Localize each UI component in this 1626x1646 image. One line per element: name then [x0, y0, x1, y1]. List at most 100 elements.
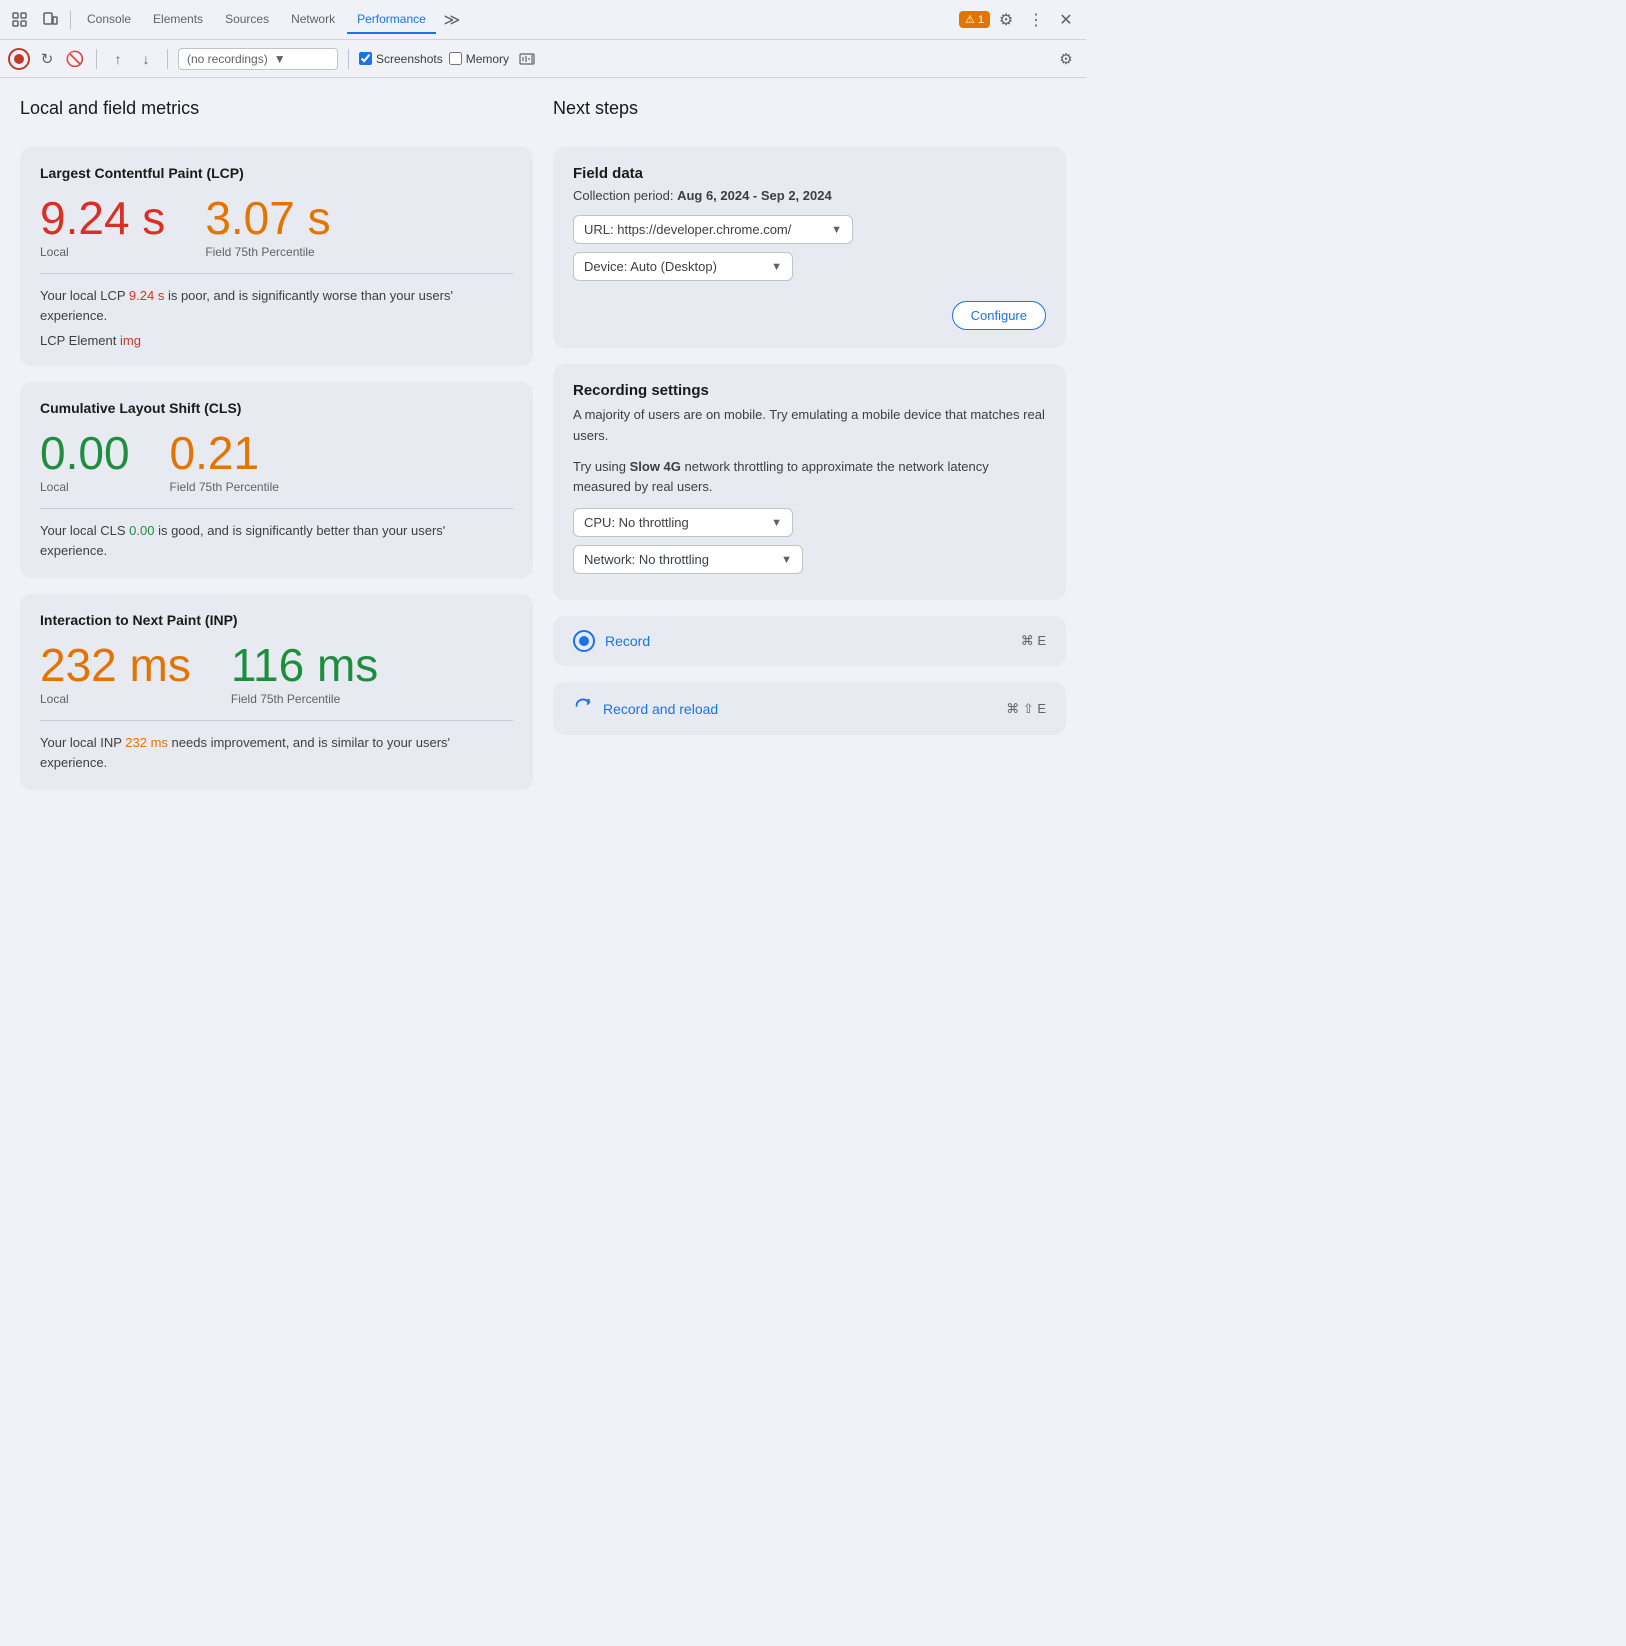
lcp-divider: [40, 273, 513, 274]
device-toggle-icon[interactable]: [36, 6, 64, 34]
more-tabs-icon[interactable]: ≫: [438, 6, 466, 34]
left-section-title: Local and field metrics: [20, 98, 533, 119]
toolbar-separator-3: [167, 49, 168, 69]
recording-settings-title: Recording settings: [573, 382, 1046, 399]
memory-checkbox[interactable]: [449, 52, 462, 65]
device-select[interactable]: Device: Auto (Desktop) ▼: [573, 252, 793, 281]
record-reload-icon: [573, 696, 593, 721]
cls-divider: [40, 508, 513, 509]
cpu-dropdown-arrow: ▼: [771, 517, 782, 529]
lcp-field-group: 3.07 s Field 75th Percentile: [205, 195, 330, 259]
devtools-picker-icon[interactable]: [6, 6, 34, 34]
inp-local-label: Local: [40, 692, 191, 706]
lcp-element-label: LCP Element: [40, 333, 116, 348]
memory-label: Memory: [466, 52, 509, 66]
cls-desc-highlight: 0.00: [129, 523, 154, 538]
inp-field-value: 116 ms: [231, 642, 378, 688]
lcp-local-group: 9.24 s Local: [40, 195, 165, 259]
record-action-card[interactable]: Record ⌘ E: [553, 616, 1066, 666]
more-options-icon[interactable]: ⋮: [1022, 6, 1050, 34]
download-button[interactable]: ↓: [135, 48, 157, 70]
record-reload-action-card[interactable]: Record and reload ⌘ ⇧ E: [553, 682, 1066, 735]
inp-local-group: 232 ms Local: [40, 642, 191, 706]
recording-placeholder: (no recordings): [187, 52, 268, 66]
screenshots-toggle[interactable]: Screenshots: [359, 52, 443, 66]
tab-console[interactable]: Console: [77, 6, 141, 34]
record-action-icon: [573, 630, 595, 652]
lcp-element-value[interactable]: img: [120, 333, 141, 348]
lcp-description: Your local LCP 9.24 s is poor, and is si…: [40, 286, 513, 325]
record-reload-shortcut: ⌘ ⇧ E: [1006, 701, 1046, 717]
tab-network[interactable]: Network: [281, 6, 345, 34]
desc2-prefix: Try using: [573, 459, 630, 474]
configure-button[interactable]: Configure: [952, 301, 1046, 330]
record-button[interactable]: [8, 48, 30, 70]
reload-button[interactable]: ↻: [36, 48, 58, 70]
subtitle-dates: Aug 6, 2024 - Sep 2, 2024: [677, 188, 832, 203]
cls-metric-values: 0.00 Local 0.21 Field 75th Percentile: [40, 430, 513, 494]
device-select-row: Device: Auto (Desktop) ▼: [573, 252, 1046, 281]
lcp-element-row: LCP Element img: [40, 333, 513, 348]
performance-toolbar: ↻ 🚫 ↑ ↓ (no recordings) ▼ Screenshots Me…: [0, 40, 1086, 78]
inp-metric-values: 232 ms Local 116 ms Field 75th Percentil…: [40, 642, 513, 706]
inp-card: Interaction to Next Paint (INP) 232 ms L…: [20, 594, 533, 790]
record-action-shortcut: ⌘ E: [1021, 633, 1046, 649]
field-data-card: Field data Collection period: Aug 6, 202…: [553, 147, 1066, 348]
inp-description: Your local INP 232 ms needs improvement,…: [40, 733, 513, 772]
inp-field-label: Field 75th Percentile: [231, 692, 378, 706]
close-icon[interactable]: ✕: [1052, 6, 1080, 34]
cpu-select[interactable]: CPU: No throttling ▼: [573, 508, 793, 537]
tab-performance[interactable]: Performance: [347, 6, 436, 34]
lcp-metric-values: 9.24 s Local 3.07 s Field 75th Percentil…: [40, 195, 513, 259]
alert-count: 1: [978, 14, 984, 26]
subtitle-prefix: Collection period:: [573, 188, 677, 203]
recording-desc-2: Try using Slow 4G network throttling to …: [573, 457, 1046, 499]
lcp-field-value: 3.07 s: [205, 195, 330, 241]
cpu-select-row: CPU: No throttling ▼: [573, 508, 1046, 537]
toolbar-separator-4: [348, 49, 349, 69]
cls-local-value: 0.00: [40, 430, 130, 476]
url-select[interactable]: URL: https://developer.chrome.com/ ▼: [573, 215, 853, 244]
memory-toggle[interactable]: Memory: [449, 52, 509, 66]
inp-desc-highlight: 232 ms: [125, 735, 168, 750]
capture-settings-icon[interactable]: ⚙: [1054, 47, 1078, 71]
right-panel: Next steps Field data Collection period:…: [553, 98, 1066, 790]
lcp-local-label: Local: [40, 245, 165, 259]
lcp-desc-prefix: Your local LCP: [40, 288, 129, 303]
cls-local-label: Local: [40, 480, 130, 494]
url-label: URL: https://developer.chrome.com/: [584, 222, 791, 237]
right-section-title: Next steps: [553, 98, 1066, 119]
url-dropdown-arrow: ▼: [831, 224, 842, 236]
record-action-icon-inner: [579, 636, 589, 646]
screenshots-checkbox[interactable]: [359, 52, 372, 65]
network-label: Network: No throttling: [584, 552, 709, 567]
record-action-label: Record: [605, 633, 650, 649]
upload-button[interactable]: ↑: [107, 48, 129, 70]
inp-desc-prefix: Your local INP: [40, 735, 125, 750]
tab-elements[interactable]: Elements: [143, 6, 213, 34]
inp-divider: [40, 720, 513, 721]
cpu-label: CPU: No throttling: [584, 515, 689, 530]
screenshots-label: Screenshots: [376, 52, 443, 66]
url-select-row: URL: https://developer.chrome.com/ ▼: [573, 215, 1046, 244]
main-content: Local and field metrics Largest Contentf…: [0, 78, 1086, 810]
device-dropdown-arrow: ▼: [771, 261, 782, 273]
network-select[interactable]: Network: No throttling ▼: [573, 545, 803, 574]
cls-card: Cumulative Layout Shift (CLS) 0.00 Local…: [20, 382, 533, 578]
device-label: Device: Auto (Desktop): [584, 259, 717, 274]
cls-field-group: 0.21 Field 75th Percentile: [170, 430, 279, 494]
toolbar-separator-2: [96, 49, 97, 69]
field-data-title: Field data: [573, 165, 1046, 182]
lcp-field-label: Field 75th Percentile: [205, 245, 330, 259]
settings-icon[interactable]: ⚙: [992, 6, 1020, 34]
cpu-profile-icon[interactable]: [515, 47, 539, 71]
alert-badge[interactable]: ⚠ 1: [959, 11, 990, 28]
cls-field-value: 0.21: [170, 430, 279, 476]
left-panel: Local and field metrics Largest Contentf…: [20, 98, 533, 790]
stop-button[interactable]: 🚫: [64, 48, 86, 70]
alert-icon: ⚠: [965, 13, 975, 26]
recording-dropdown[interactable]: (no recordings) ▼: [178, 48, 338, 70]
tab-sources[interactable]: Sources: [215, 6, 279, 34]
recording-settings-card: Recording settings A majority of users a…: [553, 364, 1066, 600]
lcp-local-value: 9.24 s: [40, 195, 165, 241]
